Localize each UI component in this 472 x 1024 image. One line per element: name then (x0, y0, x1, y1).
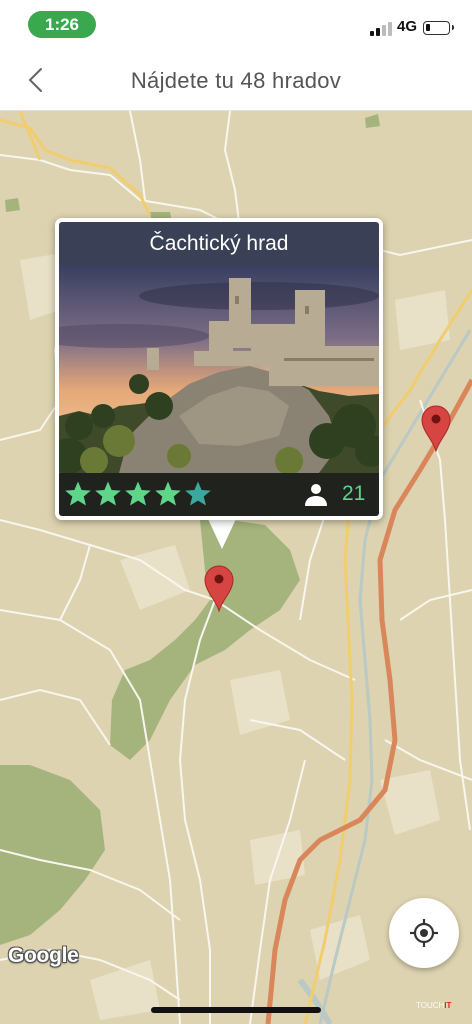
home-indicator[interactable] (151, 1007, 321, 1013)
google-attribution[interactable]: Google (8, 944, 79, 968)
star-icon (125, 481, 151, 506)
star-icon (65, 481, 91, 506)
map-pin-icon (421, 405, 451, 453)
watermark: TOUCHIT (416, 1001, 452, 1010)
star-icon (155, 481, 181, 506)
castle-marker[interactable] (420, 404, 452, 453)
castle-info-popup[interactable]: Čachtický hrad 21 (55, 218, 383, 520)
back-button[interactable] (16, 60, 56, 100)
my-location-button[interactable] (389, 898, 459, 968)
network-type: 4G (397, 18, 418, 35)
star-icon (95, 481, 121, 506)
castle-photo (59, 266, 379, 473)
signal-strength-icon (370, 22, 392, 36)
status-time: 1:26 (28, 11, 96, 38)
battery-icon (423, 21, 454, 35)
star-icon (185, 481, 211, 506)
map-pin-icon (204, 565, 234, 613)
user-icon (305, 484, 327, 506)
popup-tail (208, 519, 236, 549)
my-location-icon (410, 919, 438, 947)
status-bar: 1:26 4G (0, 0, 472, 50)
popup-footer: 21 (59, 473, 379, 516)
navigation-bar: Nájdete tu 48 hradov (0, 50, 472, 111)
castle-name: Čachtický hrad (59, 222, 379, 266)
page-title: Nájdete tu 48 hradov (130, 68, 342, 93)
castle-marker-selected[interactable] (203, 564, 235, 613)
rating-stars (64, 480, 212, 508)
chevron-left-icon (29, 68, 42, 92)
visitor-count: 21 (342, 482, 366, 505)
